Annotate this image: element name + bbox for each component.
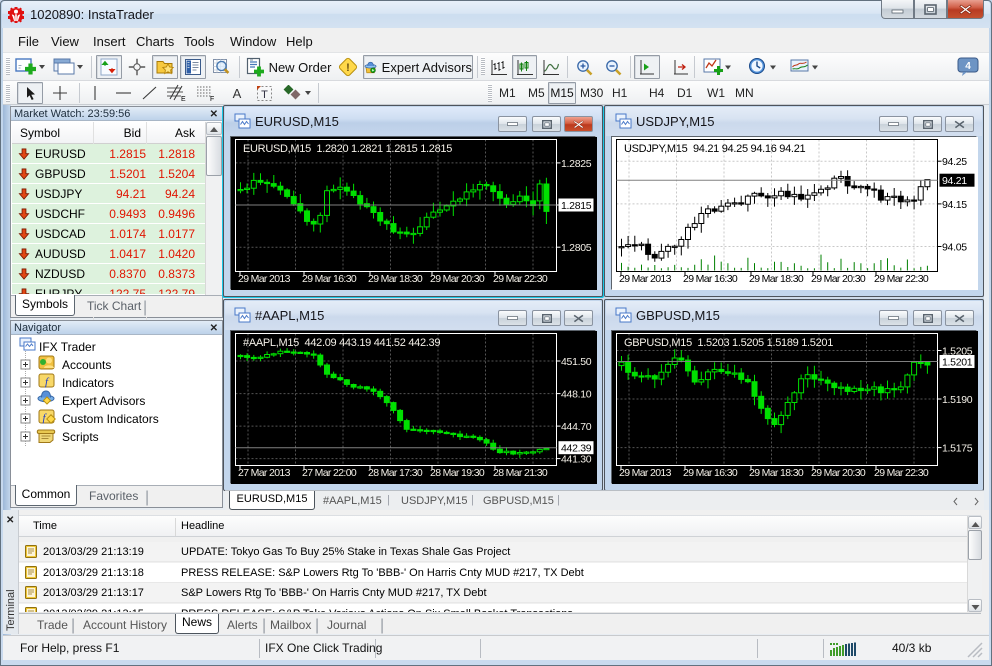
svg-text:1.5201: 1.5201 bbox=[942, 357, 973, 369]
svg-text:E: E bbox=[181, 96, 186, 102]
svg-text:USDJPY,M15 94.21 94.25 94.16: USDJPY,M15 94.21 94.25 94.16 94.21 bbox=[624, 143, 806, 155]
svg-text:29 Mar 2013: 29 Mar 2013 bbox=[619, 467, 672, 479]
svg-text:28 Mar 21:30: 28 Mar 21:30 bbox=[493, 467, 548, 479]
svg-text:448.10: 448.10 bbox=[561, 389, 592, 401]
svg-text:29 Mar 18:30: 29 Mar 18:30 bbox=[368, 273, 423, 285]
svg-text:29 Mar 20:30: 29 Mar 20:30 bbox=[430, 273, 485, 285]
svg-text:29 Mar 18:30: 29 Mar 18:30 bbox=[749, 467, 804, 479]
svg-text:1.5190: 1.5190 bbox=[942, 394, 973, 406]
svg-text:27 Mar 22:00: 27 Mar 22:00 bbox=[302, 467, 357, 479]
svg-text:#AAPL,M15 442.09 443.19 441.5: #AAPL,M15 442.09 443.19 441.52 442.39 bbox=[243, 337, 440, 349]
svg-text:29 Mar 16:30: 29 Mar 16:30 bbox=[302, 273, 357, 285]
svg-text:444.70: 444.70 bbox=[561, 421, 592, 433]
svg-text:441.30: 441.30 bbox=[561, 454, 592, 466]
svg-text:94.05: 94.05 bbox=[942, 242, 967, 254]
svg-text:451.50: 451.50 bbox=[561, 356, 592, 368]
svg-text:29 Mar 16:30: 29 Mar 16:30 bbox=[683, 467, 738, 479]
svg-text:1.5175: 1.5175 bbox=[942, 443, 973, 455]
svg-text:94.25: 94.25 bbox=[942, 156, 967, 168]
svg-text:EURUSD,M15 1.2820 1.2821 1.28: EURUSD,M15 1.2820 1.2821 1.2815 1.2815 bbox=[243, 143, 452, 155]
svg-text:29 Mar 22:30: 29 Mar 22:30 bbox=[874, 467, 929, 479]
svg-text:29 Mar 22:30: 29 Mar 22:30 bbox=[874, 273, 929, 285]
svg-text:28 Mar 19:30: 28 Mar 19:30 bbox=[430, 467, 485, 479]
svg-text:27 Mar 2013: 27 Mar 2013 bbox=[238, 467, 291, 479]
svg-text:442.39: 442.39 bbox=[561, 443, 592, 455]
svg-text:94.21: 94.21 bbox=[942, 175, 967, 187]
svg-text:1.2815: 1.2815 bbox=[561, 200, 592, 212]
svg-text:!: ! bbox=[346, 62, 350, 74]
svg-text:GBPUSD,M15 1.5203 1.5205 1.51: GBPUSD,M15 1.5203 1.5205 1.5189 1.5201 bbox=[624, 337, 833, 349]
svg-text:29 Mar 20:30: 29 Mar 20:30 bbox=[811, 467, 866, 479]
svg-text:29 Mar 20:30: 29 Mar 20:30 bbox=[811, 273, 866, 285]
svg-text:29 Mar 18:30: 29 Mar 18:30 bbox=[749, 273, 804, 285]
svg-text:29 Mar 2013: 29 Mar 2013 bbox=[619, 273, 672, 285]
svg-text:1.2825: 1.2825 bbox=[561, 158, 592, 170]
svg-text:94.15: 94.15 bbox=[942, 199, 967, 211]
svg-text:29 Mar 16:30: 29 Mar 16:30 bbox=[683, 273, 738, 285]
svg-text:4: 4 bbox=[965, 61, 971, 72]
svg-text:1.2805: 1.2805 bbox=[561, 242, 592, 254]
svg-text:T: T bbox=[261, 89, 268, 101]
svg-text:F: F bbox=[210, 96, 214, 102]
svg-text:29 Mar 2013: 29 Mar 2013 bbox=[238, 273, 291, 285]
svg-text:28 Mar 17:30: 28 Mar 17:30 bbox=[368, 467, 423, 479]
svg-text:29 Mar 22:30: 29 Mar 22:30 bbox=[493, 273, 548, 285]
